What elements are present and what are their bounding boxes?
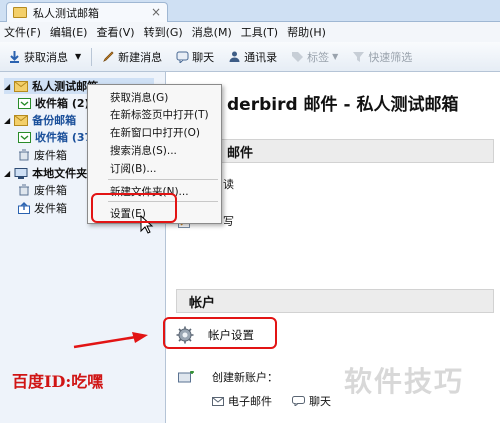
outbox-label: 发件箱 [34,202,67,215]
menu-message[interactable]: 消息(M) [192,24,232,40]
read-mail-link[interactable]: 读 [223,176,234,192]
tags-label: 标签 [307,50,330,64]
quick-filter-button[interactable]: 快速筛选 [348,46,416,68]
address-book-label: 通讯录 [244,50,278,64]
tags-button[interactable]: 标签 ▼ [287,46,342,68]
folder-account2-label: 备份邮箱 [32,114,77,127]
mail-section-label: 邮件 [227,145,254,161]
new-account-icon [178,371,194,383]
write-mail-link[interactable]: 写 [223,213,234,229]
menu-item-search-messages[interactable]: 搜索消息(S)... [110,143,177,158]
trash-icon [19,184,29,196]
new-mail-label: 新建消息 [118,50,163,64]
account-section-header: 帐户 [176,289,494,313]
menu-divider [108,179,218,180]
inbox-icon [18,97,31,109]
chat-icon [176,51,189,63]
address-book-button[interactable]: 通讯录 [224,46,281,68]
email-account-link[interactable]: 电子邮件 [212,393,272,409]
tab-title: 私人测试邮箱 [33,6,99,20]
menu-go[interactable]: 转到(G) [144,24,183,40]
filter-icon [353,52,365,62]
menubar: 文件(F) 编辑(E) 查看(V) 转到(G) 消息(M) 工具(T) 帮助(H… [0,22,500,42]
get-mail-button[interactable]: 获取消息 ▼ [4,46,85,68]
menu-file[interactable]: 文件(F) [4,24,41,40]
collapse-icon[interactable]: ◢ [4,116,10,125]
menu-tools[interactable]: 工具(T) [241,24,278,40]
page-title: derbird 邮件 - 私人测试邮箱 [227,95,459,115]
toolbar: 获取消息 ▼ 新建消息 聊天 通讯录 标签 ▼ 快速筛选 [0,42,500,72]
tab-account[interactable]: 私人测试邮箱 × [6,2,168,22]
trash-label: 废件箱 [34,149,67,162]
chevron-down-icon[interactable]: ▼ [75,52,81,61]
menu-edit[interactable]: 编辑(E) [50,24,88,40]
folder-outbox[interactable]: 发件箱 [18,200,67,216]
menu-help[interactable]: 帮助(H) [287,24,326,40]
outbox-icon [18,202,30,214]
folder-account1-inbox[interactable]: 收件箱 (2) [18,95,90,111]
mail-section-header: 邮件 [176,139,494,163]
collapse-icon[interactable]: ◢ [4,82,10,91]
folder-local-label: 本地文件夹 [32,167,88,180]
mail-account-icon [14,80,29,92]
menu-item-subscribe[interactable]: 订阅(B)... [110,161,156,176]
author-watermark: 百度ID:吃嘿 [12,372,104,391]
pencil-icon [103,51,114,62]
get-mail-label: 获取消息 [24,50,68,64]
menu-item-open-new-window[interactable]: 在新窗口中打开(O) [110,125,200,140]
create-account-label: 创建新账户： [212,371,278,384]
chat-label: 聊天 [192,50,215,64]
mail-account-icon [14,114,29,126]
folder-local-trash[interactable]: 废件箱 [18,182,67,198]
menu-item-get-messages[interactable]: 获取消息(G) [110,90,168,105]
chevron-down-icon: ▼ [332,52,339,61]
arrow-icon [73,332,148,349]
chat-icon [292,396,305,406]
mail-account-icon [13,7,27,18]
highlight-settings [91,193,177,223]
menu-item-open-new-tab[interactable]: 在新标签页中打开(T) [110,107,209,122]
tag-icon [292,52,304,62]
download-icon [10,51,19,63]
folder-local[interactable]: ◢ 本地文件夹 [4,165,87,181]
folder-account2[interactable]: ◢ 备份邮箱 [4,112,76,128]
email-label: 电子邮件 [228,395,272,408]
collapse-icon[interactable]: ◢ [4,169,10,178]
chat-label: 聊天 [309,395,331,408]
chat-button[interactable]: 聊天 [172,46,218,68]
account-section-label: 帐户 [189,295,216,311]
menu-view[interactable]: 查看(V) [96,24,134,40]
chat-account-link[interactable]: 聊天 [292,393,331,409]
folder-trash[interactable]: 废件箱 [18,147,67,163]
toolbar-divider [91,47,93,66]
new-mail-button[interactable]: 新建消息 [98,46,166,68]
envelope-icon [212,396,224,406]
trash-label: 废件箱 [34,184,67,197]
contacts-icon [229,51,240,62]
computer-icon [14,167,28,179]
tab-strip: 私人测试邮箱 × [0,0,500,22]
trash-icon [19,149,29,161]
highlight-account-settings [163,317,277,349]
inbox-icon [18,131,31,143]
inbox-label: 收件箱 (2) [35,97,90,110]
close-icon[interactable]: × [151,5,161,19]
quick-filter-label: 快速筛选 [368,50,413,64]
site-watermark: 软件技巧 [344,365,465,398]
